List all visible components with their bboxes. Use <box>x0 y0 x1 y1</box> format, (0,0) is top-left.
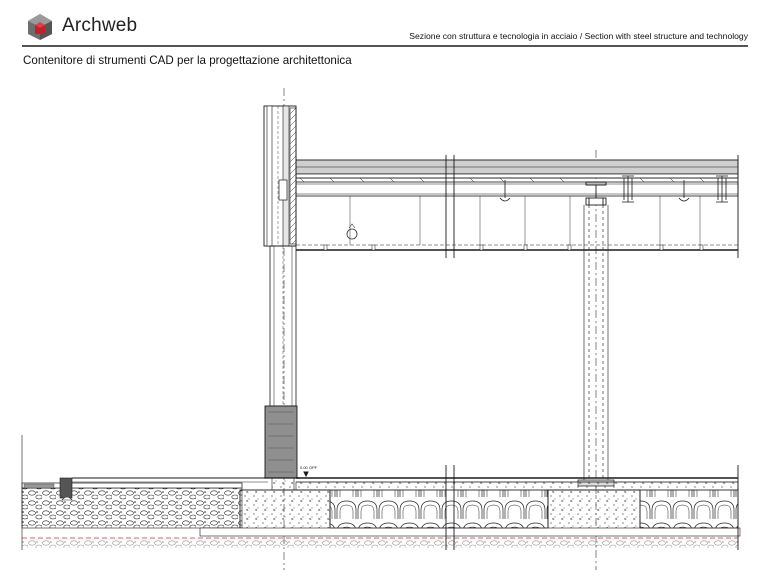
header-divider <box>22 45 748 47</box>
floor-level-label: 0.00 OPF <box>300 465 318 470</box>
section-drawing: 0.00 OPF <box>21 88 741 570</box>
archweb-logo-icon[interactable] <box>26 13 54 41</box>
ceiling-line <box>296 244 738 251</box>
page-caption: Contenitore di strumenti CAD per la prog… <box>23 54 352 67</box>
brand-name[interactable]: Archweb <box>62 15 137 37</box>
ceiling-hangers <box>346 196 701 245</box>
header: Archweb Sezione con struttura e tecnolog… <box>0 0 768 50</box>
ground-slab <box>295 471 739 529</box>
exterior-wall <box>263 105 300 479</box>
page-subtitle: Sezione con struttura e tecnologia in ac… <box>409 31 748 41</box>
exterior-ground <box>21 477 268 529</box>
roof-assembly <box>295 159 739 197</box>
